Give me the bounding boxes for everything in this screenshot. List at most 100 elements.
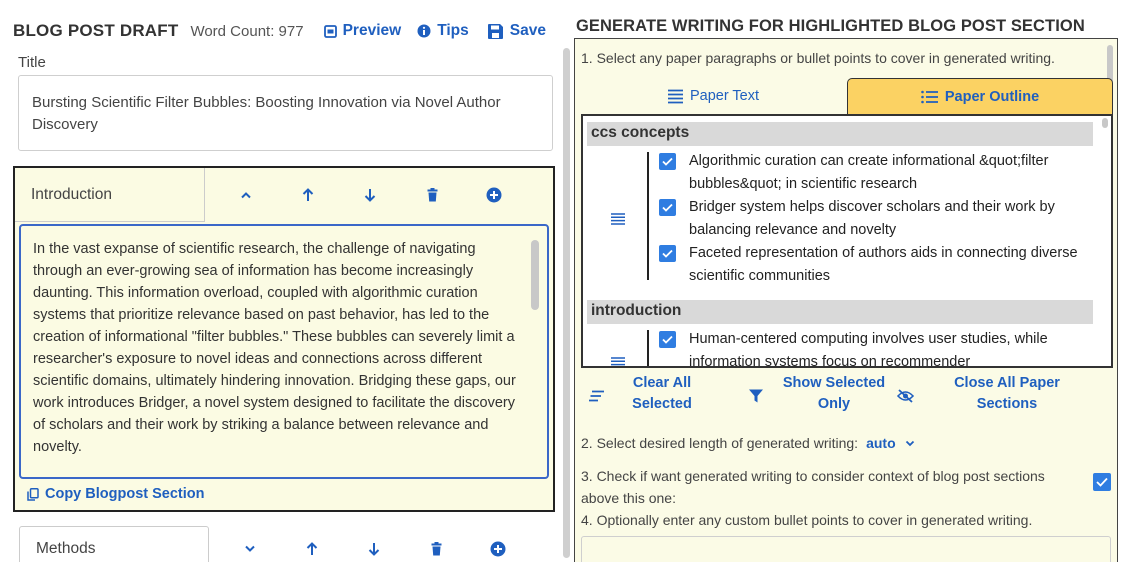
delete-button[interactable] xyxy=(405,542,467,556)
preview-label: Preview xyxy=(342,22,402,39)
save-icon xyxy=(487,23,504,40)
section-text-area[interactable]: In the vast expanse of scientific resear… xyxy=(19,224,549,479)
blog-draft-panel: BLOG POST DRAFT Word Count: 977 Preview … xyxy=(0,0,560,562)
list-icon xyxy=(921,90,939,104)
outline-item-text: Bridger system helps discover scholars a… xyxy=(689,199,1055,238)
paragraph-icon[interactable] xyxy=(611,356,625,366)
step2-instruction: 2. Select desired length of generated wr… xyxy=(581,435,859,451)
arrow-down-icon xyxy=(368,543,380,556)
save-button[interactable]: Save xyxy=(487,22,546,40)
chevron-down-icon xyxy=(245,545,255,552)
copy-label: Copy Blogpost Section xyxy=(45,486,205,502)
section-methods: Methods xyxy=(13,526,555,562)
checkbox-checked[interactable] xyxy=(659,153,676,170)
outline-item-text: Human-centered computing involves user s… xyxy=(689,331,1048,368)
outline-scrollbar[interactable] xyxy=(1102,118,1108,128)
panel-divider[interactable] xyxy=(563,48,570,558)
preview-button[interactable]: Preview xyxy=(323,22,402,40)
plus-circle-icon xyxy=(490,541,506,557)
filter-icon xyxy=(749,389,763,403)
delete-button[interactable] xyxy=(401,188,463,202)
arrow-down-icon xyxy=(364,189,376,202)
clear-all-label: Clear All Selected xyxy=(632,375,692,412)
section-name-input[interactable]: Introduction xyxy=(15,168,205,222)
tab-paper-text-label: Paper Text xyxy=(689,88,760,104)
step2-row: 2. Select desired length of generated wr… xyxy=(581,435,915,451)
eye-slash-icon xyxy=(897,389,914,403)
expand-button[interactable] xyxy=(219,545,281,553)
tips-label: Tips xyxy=(437,22,469,39)
collapse-button[interactable] xyxy=(215,191,277,199)
tab-paper-text[interactable]: Paper Text xyxy=(581,78,845,114)
checkbox-checked[interactable] xyxy=(659,245,676,262)
title-field-label: Title xyxy=(18,54,46,71)
step3-instruction: 3. Check if want generated writing to co… xyxy=(581,468,1045,506)
draft-title: BLOG POST DRAFT xyxy=(13,21,179,40)
draft-header: BLOG POST DRAFT Word Count: 977 Preview … xyxy=(13,18,546,44)
tab-paper-outline[interactable]: Paper Outline xyxy=(847,78,1113,114)
section-text: In the vast expanse of scientific resear… xyxy=(33,241,516,455)
section-toolbar xyxy=(209,541,529,557)
plus-circle-icon xyxy=(486,187,502,203)
title-input[interactable]: Bursting Scientific Filter Bubbles: Boos… xyxy=(18,75,553,151)
move-up-button[interactable] xyxy=(277,188,339,202)
generator-box: 1. Select any paper paragraphs or bullet… xyxy=(574,38,1118,562)
copy-section-button[interactable]: Copy Blogpost Section xyxy=(27,486,205,502)
outline-item[interactable]: Faceted representation of authors aids i… xyxy=(659,242,1079,288)
outline-group-header[interactable]: ccs concepts xyxy=(587,122,1093,146)
checkbox-checked[interactable] xyxy=(659,331,676,348)
copy-icon xyxy=(27,487,39,501)
save-label: Save xyxy=(509,22,546,39)
word-count: Word Count: 977 xyxy=(190,22,304,40)
chevron-up-icon xyxy=(241,192,251,199)
generator-heading: GENERATE WRITING FOR HIGHLIGHTED BLOG PO… xyxy=(576,17,1085,35)
show-selected-only-button[interactable]: Show Selected Only xyxy=(749,373,889,415)
trash-icon xyxy=(431,542,441,556)
trash-icon xyxy=(427,188,437,202)
arrow-up-icon xyxy=(302,188,314,201)
outline-item-text: Algorithmic curation can create informat… xyxy=(689,153,1049,192)
step1-instruction: 1. Select any paper paragraphs or bullet… xyxy=(581,50,1055,66)
outline-group-header[interactable]: introduction xyxy=(587,300,1093,324)
group-divider-line xyxy=(647,152,649,280)
custom-bullets-input[interactable] xyxy=(581,536,1111,562)
length-select[interactable]: auto xyxy=(866,435,915,451)
section-header: Methods xyxy=(13,526,555,562)
tips-button[interactable]: Tips xyxy=(417,22,469,40)
clear-all-selected-button[interactable]: Clear All Selected xyxy=(589,373,697,415)
outline-item[interactable]: Bridger system helps discover scholars a… xyxy=(659,196,1079,242)
chevron-down-icon xyxy=(905,440,914,446)
arrow-up-icon xyxy=(306,542,318,555)
text-scrollbar[interactable] xyxy=(531,240,539,310)
add-section-button[interactable] xyxy=(467,541,529,557)
context-checkbox[interactable] xyxy=(1093,473,1111,491)
move-down-button[interactable] xyxy=(339,188,401,202)
outline-item[interactable]: Algorithmic curation can create informat… xyxy=(659,150,1079,196)
close-all-sections-button[interactable]: Close All Paper Sections xyxy=(897,373,1072,415)
move-down-button[interactable] xyxy=(343,542,405,556)
section-name-input[interactable]: Methods xyxy=(19,526,209,562)
paragraph-icon[interactable] xyxy=(611,212,625,230)
step4-instruction: 4. Optionally enter any custom bullet po… xyxy=(581,512,1033,528)
add-section-button[interactable] xyxy=(463,187,525,203)
info-icon xyxy=(417,24,431,38)
section-header: Introduction xyxy=(15,168,553,222)
show-selected-label: Show Selected Only xyxy=(782,375,886,412)
close-all-label: Close All Paper Sections xyxy=(954,375,1060,412)
generator-panel: GENERATE WRITING FOR HIGHLIGHTED BLOG PO… xyxy=(572,0,1140,562)
section-toolbar xyxy=(205,187,525,203)
paper-tabs: Paper Text Paper Outline xyxy=(575,78,1113,114)
clear-sort-icon xyxy=(589,390,605,402)
outline-item[interactable]: Human-centered computing involves user s… xyxy=(659,328,1079,368)
paper-outline-list: ccs concepts Algorithmic curation can cr… xyxy=(581,114,1113,368)
tab-paper-outline-label: Paper Outline xyxy=(944,88,1040,105)
group-divider-line xyxy=(647,330,649,366)
length-value: auto xyxy=(866,435,896,451)
text-lines-icon xyxy=(667,89,684,104)
preview-icon xyxy=(323,24,337,38)
section-introduction: Introduction In the vast expanse of scie… xyxy=(13,166,555,512)
outline-item-text: Faceted representation of authors aids i… xyxy=(689,245,1078,284)
outline-actions: Clear All Selected Show Selected Only Cl… xyxy=(581,373,1113,423)
move-up-button[interactable] xyxy=(281,542,343,556)
checkbox-checked[interactable] xyxy=(659,199,676,216)
